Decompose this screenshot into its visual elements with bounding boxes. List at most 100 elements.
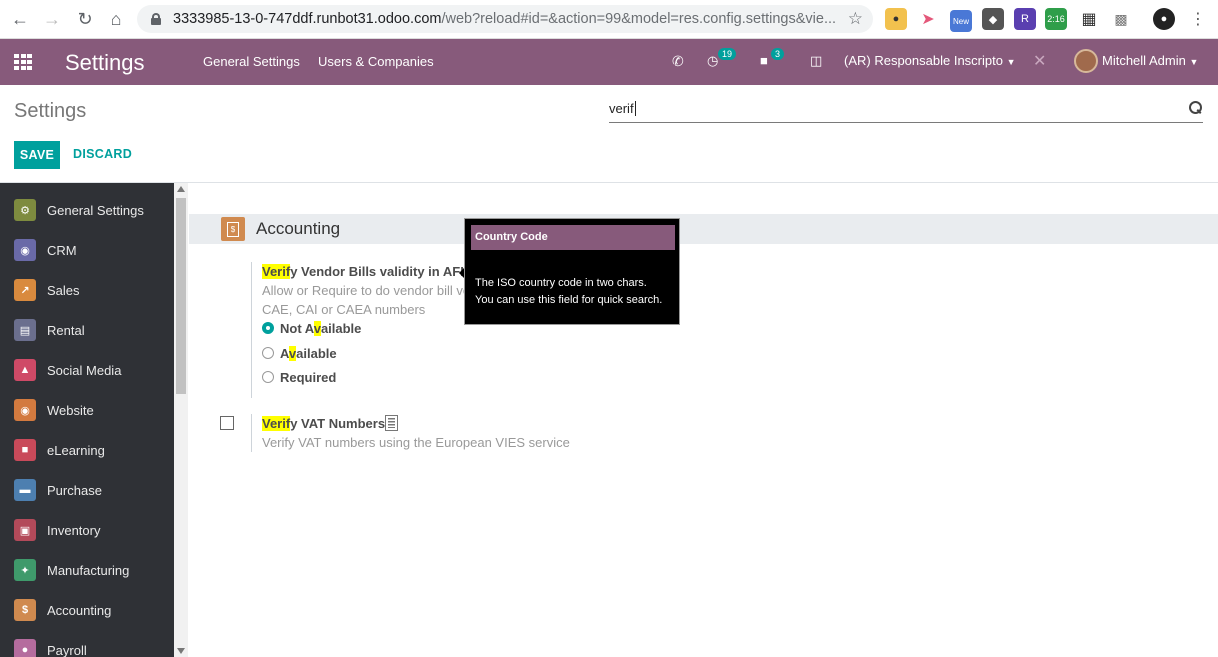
app-brand: Settings: [65, 50, 145, 75]
main-navbar: Settings General Settings Users & Compan…: [0, 39, 1218, 85]
settings-sidebar: ⚙ General Settings ◉ CRM ↗ Sales ▤ Renta…: [0, 183, 174, 657]
page-title: Settings: [14, 100, 87, 122]
home-icon[interactable]: ⌂: [104, 7, 128, 31]
address-bar[interactable]: 3333985-13-0-747ddf.runbot31.odoo.com/we…: [137, 5, 873, 33]
profile-avatar-icon[interactable]: ●: [1153, 8, 1175, 30]
crm-icon: ◉: [14, 239, 36, 261]
lock-icon: [151, 13, 161, 25]
tooltip-line-1: The ISO country code in two chars.: [475, 277, 647, 289]
sidebar-scroll-thumb[interactable]: [176, 198, 186, 394]
extension-face-icon[interactable]: ●: [885, 8, 907, 30]
scroll-down-arrow-icon[interactable]: [177, 648, 185, 654]
search-input[interactable]: verif: [609, 97, 1203, 123]
verify-vat-checkbox[interactable]: [220, 416, 234, 430]
vat-setting-desc: Verify VAT numbers using the European VI…: [262, 435, 570, 450]
user-menu[interactable]: Mitchell Admin ▼: [1102, 53, 1198, 68]
search-highlight: Verif: [262, 416, 291, 431]
inventory-box-icon: ▣: [14, 519, 36, 541]
forward-arrow-icon[interactable]: →: [40, 7, 64, 31]
sidebar-item-crm[interactable]: ◉ CRM: [0, 230, 174, 270]
reload-icon[interactable]: ↻: [73, 7, 97, 31]
sidebar-item-general-settings[interactable]: ⚙ General Settings: [0, 190, 174, 230]
afip-setting-title-rest: y Vendor Bills validity in AFIP: [290, 264, 473, 279]
apps-grid-icon[interactable]: [14, 54, 32, 70]
vat-setting-title: Verify VAT Numbers: [262, 416, 385, 431]
menu-general-settings[interactable]: General Settings: [203, 54, 300, 69]
menu-users-companies[interactable]: Users & Companies: [318, 54, 434, 69]
accounting-section-header: [189, 214, 1218, 244]
discard-button[interactable]: DISCARD: [73, 147, 132, 161]
radio-button-checked[interactable]: [262, 322, 274, 334]
back-arrow-icon[interactable]: ←: [8, 7, 32, 31]
sidebar-item-label: Payroll: [47, 642, 87, 657]
gear-icon: ⚙: [14, 199, 36, 221]
purchase-card-icon: ▬: [14, 479, 36, 501]
scroll-up-arrow-icon[interactable]: [177, 186, 185, 192]
radio-label: Available: [280, 346, 337, 361]
vat-setting-title-rest: y VAT Numbers: [290, 416, 386, 431]
extension-shield-icon[interactable]: ◆: [982, 8, 1004, 30]
radio-button[interactable]: [262, 347, 274, 359]
company-building-icon: [385, 415, 398, 431]
sidebar-item-social-media[interactable]: ▲ Social Media: [0, 350, 174, 390]
sidebar-item-label: eLearning: [47, 442, 105, 458]
rental-icon: ▤: [14, 319, 36, 341]
extension-arrow-icon[interactable]: ➤: [917, 8, 939, 30]
sidebar-item-label: Manufacturing: [47, 562, 130, 578]
sidebar-item-purchase[interactable]: ▬ Purchase: [0, 470, 174, 510]
sidebar-item-payroll[interactable]: ● Payroll: [0, 630, 174, 657]
gift-icon[interactable]: ◫: [810, 53, 822, 69]
sidebar-item-label: Inventory: [47, 522, 101, 538]
sidebar-item-label: Sales: [47, 282, 80, 298]
radio-button[interactable]: [262, 371, 274, 383]
sidebar-item-label: Social Media: [47, 362, 122, 378]
setting-divider: [251, 262, 252, 398]
phone-icon[interactable]: ✆: [672, 53, 684, 70]
sales-chart-icon: ↗: [14, 279, 36, 301]
messages-badge: 3: [771, 48, 785, 60]
browser-menu-icon[interactable]: ⋮: [1187, 8, 1209, 30]
sidebar-item-manufacturing[interactable]: ✦ Manufacturing: [0, 550, 174, 590]
company-switcher[interactable]: (AR) Responsable Inscripto ▼: [844, 53, 1016, 68]
sidebar-item-label: Purchase: [47, 482, 102, 498]
tooltip-title: Country Code: [471, 225, 675, 250]
extension-new-icon[interactable]: New: [950, 10, 972, 32]
sidebar-item-label: Accounting: [47, 602, 112, 618]
sidebar-item-label: General Settings: [47, 202, 144, 218]
browser-toolbar: ← → ↻ ⌂ 3333985-13-0-747ddf.runbot31.odo…: [0, 0, 1218, 39]
url-host: 3333985-13-0-747ddf.runbot31.odoo.com: [173, 11, 442, 27]
activity-clock-icon[interactable]: ◷ 19: [707, 48, 737, 69]
setting-divider: [251, 414, 252, 452]
company-name: (AR) Responsable Inscripto: [844, 53, 1003, 68]
user-name: Mitchell Admin: [1102, 53, 1186, 68]
extension-timer-badge: 2:16: [1047, 14, 1065, 24]
save-button[interactable]: SAVE: [14, 141, 60, 169]
wrench-icon: ✦: [14, 559, 36, 581]
payroll-icon: ●: [14, 639, 36, 657]
user-avatar[interactable]: [1074, 49, 1098, 73]
extension-page-icon[interactable]: ▩: [1110, 8, 1132, 30]
globe-icon: ◉: [14, 399, 36, 421]
bookmark-star-icon[interactable]: ☆: [848, 9, 863, 29]
sidebar-item-inventory[interactable]: ▣ Inventory: [0, 510, 174, 550]
sidebar-item-sales[interactable]: ↗ Sales: [0, 270, 174, 310]
caret-down-icon: ▼: [1006, 57, 1016, 67]
sidebar-item-rental[interactable]: ▤ Rental: [0, 310, 174, 350]
extension-new-badge: New: [952, 16, 969, 26]
section-title: Accounting: [256, 219, 341, 238]
elearning-icon: ■: [14, 439, 36, 461]
extension-timer-icon[interactable]: 2:16: [1045, 8, 1067, 30]
url-text[interactable]: 3333985-13-0-747ddf.runbot31.odoo.com/we…: [173, 11, 843, 27]
activity-badge: 19: [718, 48, 737, 60]
extension-grid-icon[interactable]: ▦: [1078, 8, 1100, 30]
thumbs-up-icon: ▲: [14, 359, 36, 381]
extension-r-icon[interactable]: R: [1014, 8, 1036, 30]
messages-icon[interactable]: ■ 3: [760, 48, 785, 68]
search-icon[interactable]: [1189, 101, 1202, 114]
sidebar-item-elearning[interactable]: ■ eLearning: [0, 430, 174, 470]
close-x-icon[interactable]: ✕: [1033, 51, 1046, 71]
radio-label: Not Available: [280, 321, 362, 336]
sidebar-item-website[interactable]: ◉ Website: [0, 390, 174, 430]
accounting-doc-icon: $: [14, 599, 36, 621]
sidebar-item-accounting[interactable]: $ Accounting: [0, 590, 174, 630]
